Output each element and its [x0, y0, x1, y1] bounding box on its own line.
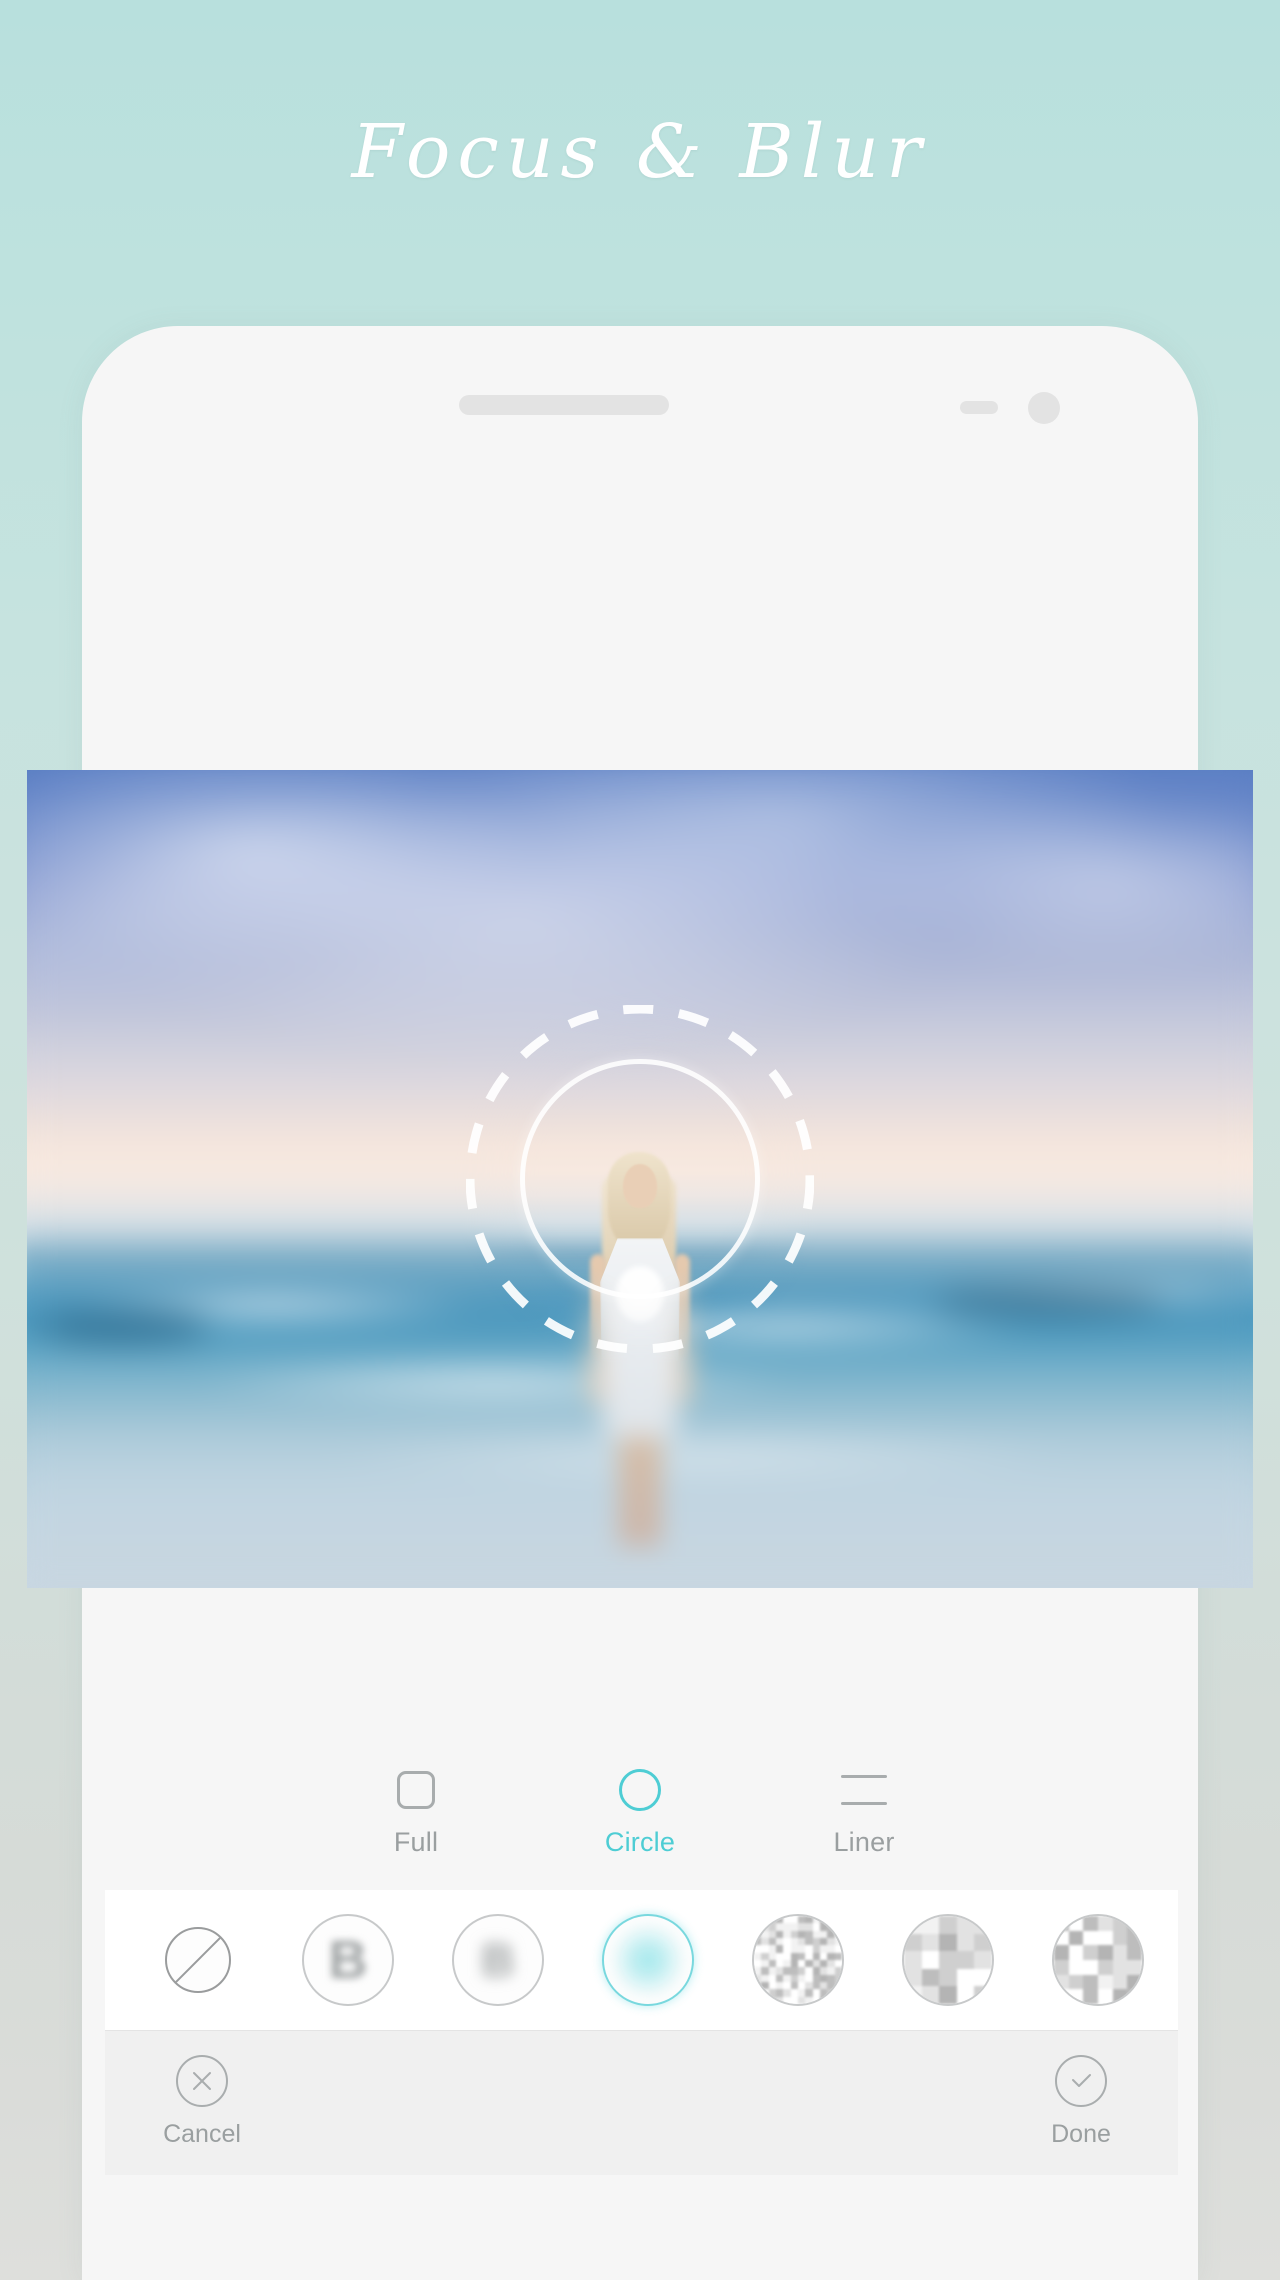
- filter-mosaic-1[interactable]: [723, 1914, 873, 2006]
- mosaic-coarse-icon: [1052, 1914, 1144, 2006]
- page-title: Focus & Blur: [351, 109, 929, 195]
- phone-bottom-filler: [82, 2175, 1198, 2280]
- filter-blur-2[interactable]: B: [423, 1914, 573, 2006]
- blur-soft-icon: B: [302, 1914, 394, 2006]
- app-root: Focus & Blur Full Circle Liner B B Cance…: [0, 0, 1280, 2280]
- filter-none[interactable]: [123, 1927, 273, 1993]
- subject-leg-right: [642, 1428, 660, 1549]
- filter-blur-1[interactable]: B: [273, 1914, 423, 2006]
- two-lines-icon: [841, 1767, 887, 1813]
- done-button[interactable]: Done: [996, 2055, 1166, 2149]
- filter-strip[interactable]: B B: [105, 1890, 1178, 2030]
- circle-outline-icon: [619, 1767, 661, 1813]
- tab-circle[interactable]: Circle: [580, 1767, 700, 1858]
- blur-strong-icon: B: [452, 1914, 544, 2006]
- cancel-label: Cancel: [163, 2120, 241, 2148]
- mosaic-fine-icon: [752, 1914, 844, 2006]
- phone-top-bezel: [82, 326, 1198, 446]
- speaker-grille-icon: [459, 395, 669, 415]
- tab-full[interactable]: Full: [356, 1767, 476, 1858]
- feather-circle-handle[interactable]: [466, 1005, 814, 1353]
- photo-canvas[interactable]: [27, 770, 1253, 1588]
- rounded-square-icon: [397, 1767, 435, 1813]
- tab-liner-label: Liner: [833, 1827, 895, 1857]
- blur-glow-icon: [602, 1914, 694, 2006]
- check-icon: [1055, 2055, 1107, 2107]
- front-camera-icon: [1028, 392, 1060, 424]
- mode-tab-bar: Full Circle Liner: [82, 1735, 1198, 1890]
- proximity-sensor-icon: [960, 401, 998, 414]
- close-x-icon: [176, 2055, 228, 2107]
- bottom-action-bar: Cancel Done: [105, 2030, 1178, 2175]
- tab-full-label: Full: [393, 1827, 439, 1857]
- mosaic-medium-icon: [902, 1914, 994, 2006]
- done-label: Done: [1051, 2120, 1111, 2148]
- tab-liner[interactable]: Liner: [804, 1767, 924, 1858]
- photo-wave-left: [39, 1309, 210, 1344]
- filter-blur-3[interactable]: [573, 1914, 723, 2006]
- page-title-wrap: Focus & Blur: [0, 109, 1280, 195]
- filter-mosaic-3[interactable]: [1023, 1914, 1173, 2006]
- tab-circle-label: Circle: [604, 1827, 676, 1857]
- no-blur-icon: [165, 1927, 231, 1993]
- subject-leg-left: [620, 1428, 638, 1549]
- cancel-button[interactable]: Cancel: [117, 2055, 287, 2149]
- filter-mosaic-2[interactable]: [873, 1914, 1023, 2006]
